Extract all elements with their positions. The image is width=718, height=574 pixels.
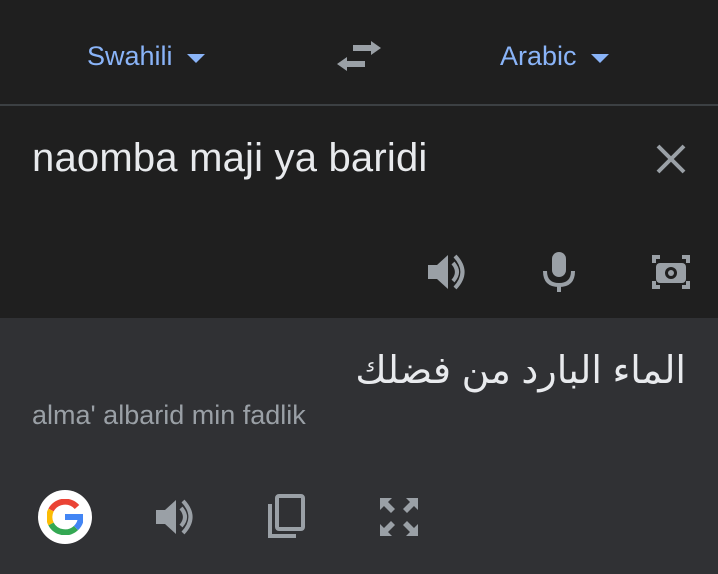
fullscreen-icon xyxy=(380,498,418,536)
speaker-icon xyxy=(156,499,193,535)
listen-source-button[interactable] xyxy=(422,247,472,297)
camera-translate-button[interactable] xyxy=(646,247,696,297)
target-language-selector[interactable]: Arabic xyxy=(500,38,609,74)
source-text-input[interactable]: naomba maji ya baridi xyxy=(32,136,428,181)
clear-input-button[interactable] xyxy=(648,136,694,182)
microphone-icon xyxy=(543,252,575,292)
language-bar: Swahili Arabic xyxy=(0,0,718,106)
google-logo-icon xyxy=(47,499,83,535)
source-language-label: Swahili xyxy=(87,40,173,71)
listen-translation-button[interactable] xyxy=(150,492,200,542)
voice-input-button[interactable] xyxy=(534,247,584,297)
camera-icon xyxy=(652,255,690,289)
source-input-panel: naomba maji ya baridi xyxy=(0,106,718,318)
google-logo-button[interactable] xyxy=(38,490,92,544)
source-language-selector[interactable]: Swahili xyxy=(87,38,205,74)
chevron-down-icon xyxy=(590,53,609,63)
chevron-down-icon xyxy=(186,53,205,63)
swap-languages-button[interactable] xyxy=(337,38,381,74)
copy-translation-button[interactable] xyxy=(262,492,312,542)
swap-horiz-icon xyxy=(337,41,381,71)
target-language-label: Arabic xyxy=(500,40,577,71)
fullscreen-button[interactable] xyxy=(374,492,424,542)
close-icon xyxy=(656,144,686,174)
speaker-icon xyxy=(428,254,465,290)
translation-output-panel: الماء البارد من فضلك alma' albarid min f… xyxy=(0,318,718,574)
copy-icon xyxy=(268,494,305,538)
translated-text: الماء البارد من فضلك xyxy=(355,350,686,392)
transliteration-text: alma' albarid min fadlik xyxy=(32,400,306,430)
